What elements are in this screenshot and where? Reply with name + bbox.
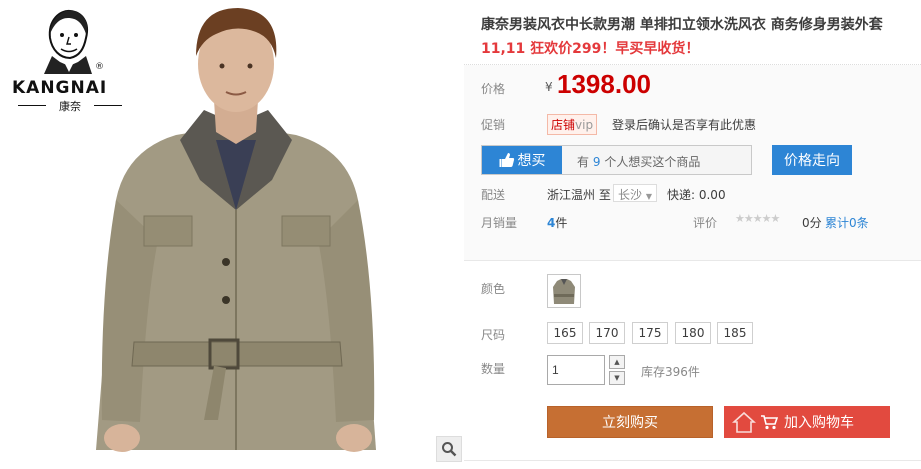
product-image-panel[interactable]: ® KANGNAI 康奈 [0,0,464,462]
price-trend-button[interactable]: 价格走向 [772,145,852,175]
size-option[interactable]: 170 [589,322,625,344]
size-option[interactable]: 185 [717,322,753,344]
want-button-label: 想买 [517,153,546,169]
buy-now-button[interactable]: 立刻购买 [547,406,713,438]
want-count-prefix: 有 [577,155,590,169]
destination-select[interactable]: 长沙 ▼ [613,184,657,202]
cart-icon [761,415,778,430]
want-box: 想买 有 9 个人想买这个商品 [481,145,752,175]
coat-thumbnail [553,279,575,304]
want-count-text: 有 9 个人想买这个商品 [577,153,700,170]
promotion-label: 促销 [481,118,506,132]
stock-text: 库存396件 [641,365,700,379]
size-option[interactable]: 165 [547,322,583,344]
rating-stars: ★★★★★ [735,212,780,225]
house-icon [732,411,756,433]
thumbs-up-icon [499,153,514,167]
quantity-input[interactable] [547,355,605,385]
add-to-cart-button[interactable]: 加入购物车 [724,406,890,438]
size-option[interactable]: 175 [632,322,668,344]
product-title: 康奈男装风衣中长款男潮 单排扣立领水洗风衣 商务修身男装外套 [481,17,883,33]
promo-text: 11,11 狂欢价299！早买早收货！ [481,41,700,57]
quantity-increase-button[interactable]: ▲ [609,355,625,369]
ship-to-word: 至 [598,188,611,202]
color-option[interactable] [547,274,581,308]
rating-label: 评价 [693,216,718,230]
size-option[interactable]: 180 [675,322,711,344]
monthly-sales-label: 月销量 [481,216,518,230]
shipping-label: 配送 [481,188,506,202]
currency-symbol: ¥ [545,80,553,94]
color-label: 颜色 [481,282,506,296]
dropdown-arrow-icon: ▼ [645,192,652,201]
promotion-note: 登录后确认是否享有此优惠 [612,118,757,132]
rating-score: 0分 [802,216,822,230]
zoom-button[interactable] [436,436,462,462]
shipping-fee: 快递: 0.00 [667,188,726,202]
want-count-number: 9 [592,155,601,169]
ship-from-city: 浙江温州 [547,188,596,202]
vip-badge: 店铺vip [547,114,598,135]
price-value: 1398.00 [557,69,651,99]
ship-from: 浙江温州 至 [547,186,611,203]
review-count-link[interactable]: 累计0条 [825,214,869,231]
vip-badge-main: 店铺 [551,118,576,132]
vip-badge-tag: vip [575,118,594,132]
product-info-panel: 康奈男装风衣中长款男潮 单排扣立领水洗风衣 商务修身男装外套 11,11 狂欢价… [464,0,921,469]
want-button[interactable]: 想买 [482,146,562,174]
zoom-icon [442,442,457,457]
monthly-sales-unit: 件 [555,216,568,230]
divider [464,460,921,461]
quantity-decrease-button[interactable]: ▼ [609,371,625,385]
monthly-sales: 4件 [547,214,567,231]
divider [464,260,921,261]
size-label: 尺码 [481,328,506,342]
destination-value: 长沙 [618,188,643,202]
quantity-label: 数量 [481,362,506,376]
price-label: 价格 [481,82,506,96]
product-photo [96,8,376,452]
add-to-cart-label: 加入购物车 [784,415,854,431]
want-count-suffix: 个人想买这个商品 [604,155,701,169]
